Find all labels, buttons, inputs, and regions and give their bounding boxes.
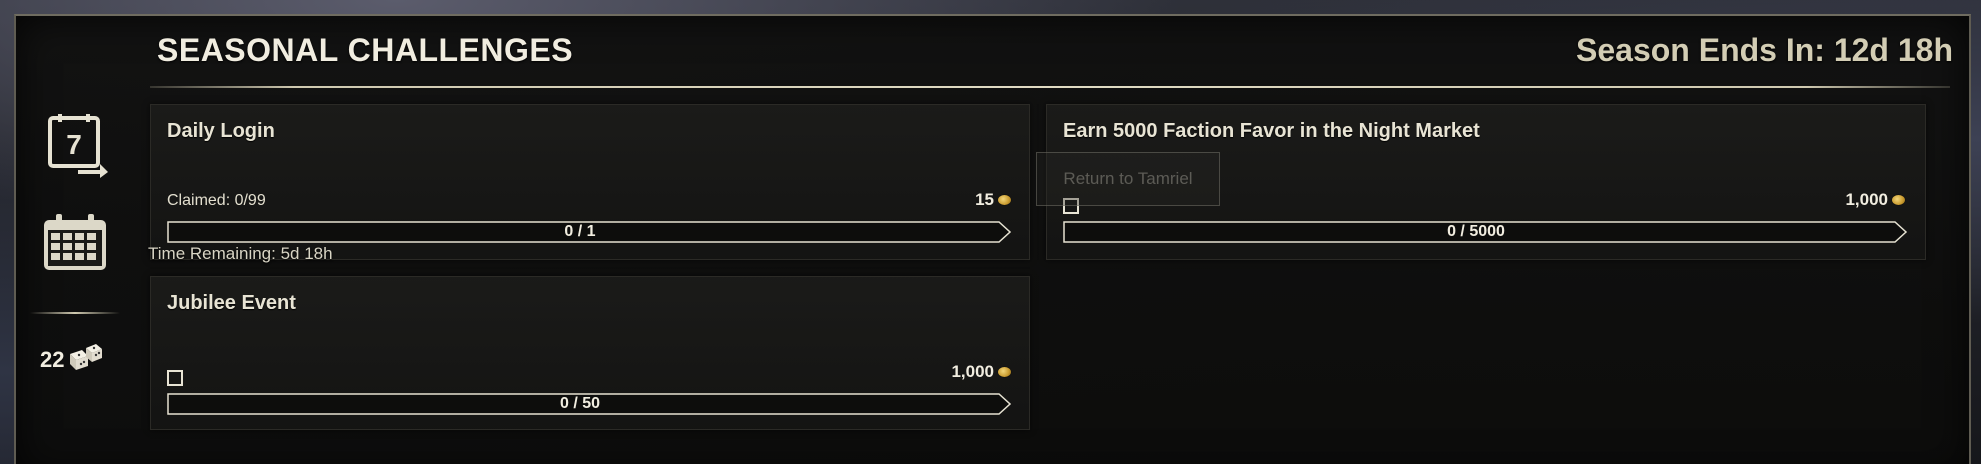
reward-amount: 1,000 [1845,190,1905,210]
token-count: 22 [40,347,65,372]
gold-coin-icon [998,195,1011,205]
header-divider [150,86,1950,88]
reward-value: 1,000 [1845,190,1888,209]
gold-coin-icon [998,367,1011,377]
dice-icon [68,344,104,376]
reward-amount: 1,000 [951,362,1011,382]
calendar-grid-icon[interactable] [40,214,110,274]
challenge-title: Earn 5000 Faction Favor in the Night Mar… [1063,120,1480,142]
rail-divider [30,312,120,314]
progress-bar: 0 / 5000 [1063,221,1907,243]
claimed-count: Claimed: 0/99 [167,192,266,209]
reward-value: 1,000 [951,362,994,381]
season-ends-timer: Season Ends In: 12d 18h [1576,32,1953,68]
progress-bar: 0 / 1 [167,221,1011,243]
gold-coin-icon [1892,195,1905,205]
reward-amount: 15 [975,190,1011,210]
progress-label: 0 / 5000 [1447,223,1505,240]
return-to-tamriel-tooltip[interactable]: Return to Tamriel [1036,152,1220,206]
calendar-seven-day-icon[interactable]: 7 [46,112,108,178]
reward-value: 15 [975,190,994,209]
completion-checkbox[interactable] [167,370,183,386]
progress-bar: 0 / 50 [167,393,1011,415]
calendar-day-number: 7 [66,129,82,160]
challenge-title: Daily Login [167,120,275,142]
token-counter: 22 [40,344,104,376]
progress-label: 0 / 1 [564,223,596,240]
progress-label: 0 / 50 [559,395,601,412]
challenge-title: Jubilee Event [167,292,296,314]
time-remaining: Time Remaining: 5d 18h [148,244,333,263]
page-title: SEASONAL CHALLENGES [157,32,574,68]
